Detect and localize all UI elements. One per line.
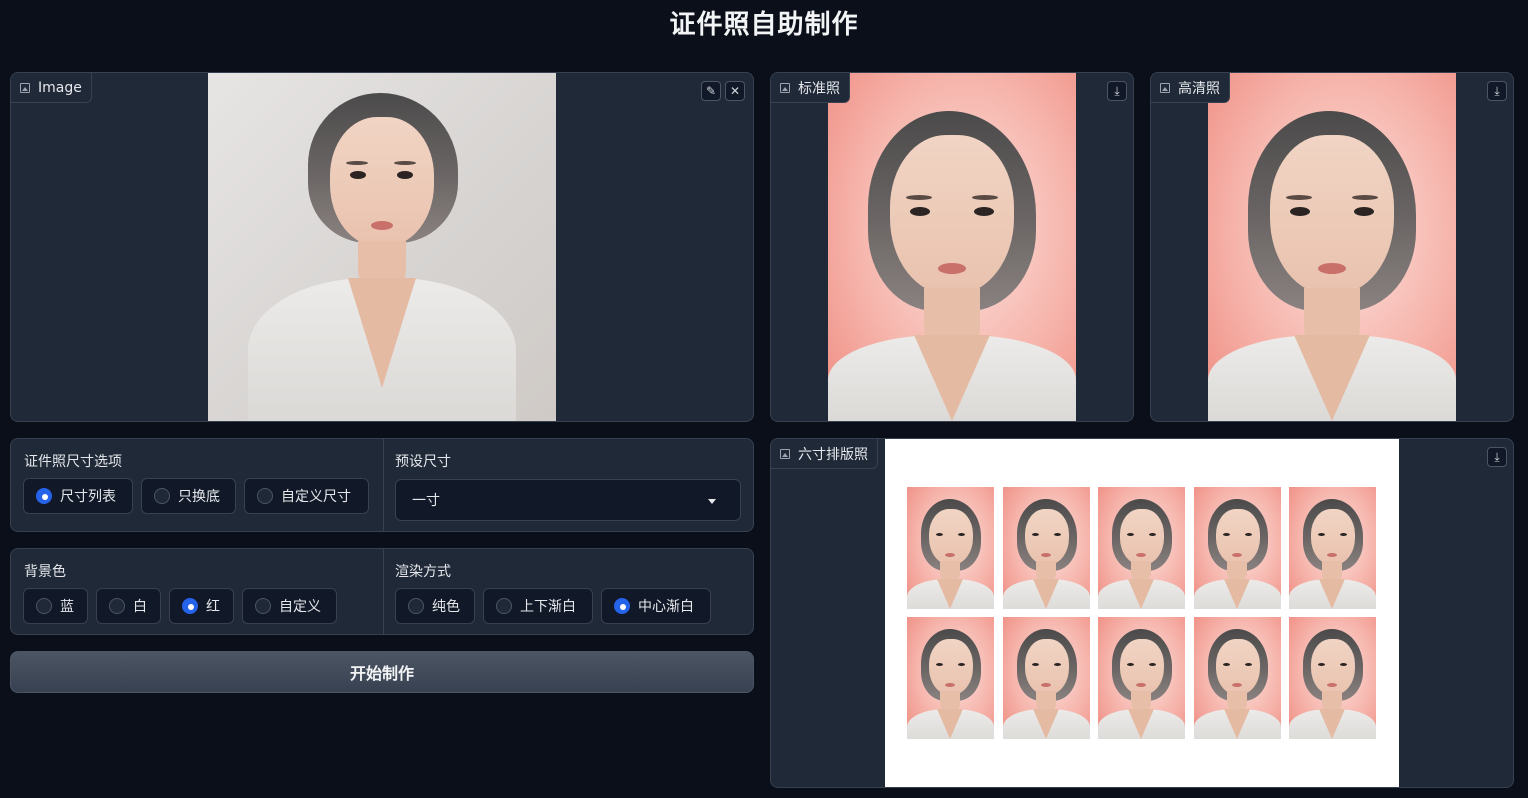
radio-dot xyxy=(257,488,273,504)
input-image-label-text: Image xyxy=(38,79,82,96)
render-mode-radio-label: 纯色 xyxy=(432,599,460,615)
image-icon xyxy=(20,82,30,93)
page-title: 证件照自助制作 xyxy=(669,10,859,40)
radio-dot xyxy=(36,598,52,614)
bg-color-radio-label: 红 xyxy=(206,599,220,615)
size-options-label: 证件照尺寸选项 xyxy=(24,454,122,470)
clear-button[interactable]: ✕ xyxy=(725,81,745,101)
preset-size-label: 预设尺寸 xyxy=(395,454,451,470)
radio-dot xyxy=(496,598,512,614)
bg-color-radio-1[interactable]: 白 xyxy=(96,588,161,624)
image-icon xyxy=(1160,82,1170,93)
download-layout-button[interactable]: ⤓ xyxy=(1487,447,1507,467)
layout-thumbnail xyxy=(1098,617,1185,739)
radio-dot xyxy=(182,598,198,614)
layout-thumbnail xyxy=(1002,487,1090,609)
render-mode-radio-2[interactable]: 中心渐白 xyxy=(601,588,711,624)
color-settings-group: 背景色 蓝 白 红 自定义 渲染方式 纯色 上下渐白 中心渐白 xyxy=(10,548,754,635)
layout-thumbnail xyxy=(1098,487,1185,609)
layout-thumbnail xyxy=(1193,487,1281,609)
size-option-radio-label: 尺寸列表 xyxy=(60,489,116,505)
radio-dot xyxy=(36,488,52,504)
preset-size-value: 一寸 xyxy=(412,493,440,509)
layout-thumbnail xyxy=(907,617,994,739)
render-mode-label: 渲染方式 xyxy=(395,564,451,580)
radio-dot xyxy=(614,598,630,614)
size-option-radio-label: 只换底 xyxy=(178,489,220,505)
edit-button[interactable]: ✎ xyxy=(701,81,721,101)
download-icon: ⤓ xyxy=(1494,449,1500,464)
download-icon: ⤓ xyxy=(1114,83,1120,98)
standard-photo-label-text: 标准照 xyxy=(798,80,840,97)
standard-photo-label: 标准照 xyxy=(771,73,850,103)
radio-dot xyxy=(408,598,424,614)
radio-dot xyxy=(154,488,170,504)
render-mode-radio-0[interactable]: 纯色 xyxy=(395,588,475,624)
input-image-label: Image xyxy=(11,73,92,103)
hd-photo xyxy=(1208,73,1456,421)
bg-color-radio-label: 白 xyxy=(133,599,147,615)
background-color-label: 背景色 xyxy=(24,564,66,580)
size-option-radio-1[interactable]: 只换底 xyxy=(141,478,236,514)
render-mode-radio-label: 中心渐白 xyxy=(638,599,694,615)
size-option-radio-0[interactable]: 尺寸列表 xyxy=(23,478,133,514)
download-icon: ⤓ xyxy=(1494,83,1500,98)
image-icon xyxy=(780,448,790,459)
layout-photo-label: 六寸排版照 xyxy=(771,439,878,469)
layout-photo-label-text: 六寸排版照 xyxy=(798,446,868,463)
uploaded-photo xyxy=(208,73,556,421)
layout-thumbnail xyxy=(1002,617,1090,739)
hd-photo-panel: 高清照 ⤓ xyxy=(1150,72,1514,422)
radio-dot xyxy=(255,598,271,614)
standard-photo-panel: 标准照 ⤓ xyxy=(770,72,1134,422)
size-option-radio-label: 自定义尺寸 xyxy=(281,489,351,505)
standard-photo xyxy=(828,73,1076,421)
size-option-radio-2[interactable]: 自定义尺寸 xyxy=(244,478,369,514)
hd-photo-label-text: 高清照 xyxy=(1178,80,1220,97)
preset-size-dropdown[interactable]: 一寸 xyxy=(395,479,741,521)
radio-dot xyxy=(109,598,125,614)
layout-thumbnail xyxy=(1193,617,1281,739)
bg-color-radio-label: 自定义 xyxy=(279,599,321,615)
layout-sheet xyxy=(885,439,1399,787)
layout-thumbnail xyxy=(907,487,994,609)
close-icon: ✕ xyxy=(729,84,741,98)
render-mode-radio-label: 上下渐白 xyxy=(520,599,576,615)
bg-color-radio-0[interactable]: 蓝 xyxy=(23,588,88,624)
bg-color-radio-label: 蓝 xyxy=(60,599,74,615)
bg-color-radio-2[interactable]: 红 xyxy=(169,588,234,624)
image-icon xyxy=(780,82,790,93)
chevron-down-icon xyxy=(708,499,716,504)
start-button[interactable]: 开始制作 xyxy=(10,651,754,693)
input-image-panel[interactable]: Image ✎ ✕ xyxy=(10,72,754,422)
layout-thumbnail xyxy=(1289,617,1376,739)
bg-color-radio-3[interactable]: 自定义 xyxy=(242,588,337,624)
layout-photo-panel: 六寸排版照 ⤓ xyxy=(770,438,1514,788)
download-hd-button[interactable]: ⤓ xyxy=(1487,81,1507,101)
render-mode-radio-1[interactable]: 上下渐白 xyxy=(483,588,593,624)
layout-thumbnail xyxy=(1289,487,1376,609)
hd-photo-label: 高清照 xyxy=(1151,73,1230,103)
download-standard-button[interactable]: ⤓ xyxy=(1107,81,1127,101)
size-settings-group: 证件照尺寸选项 尺寸列表 只换底 自定义尺寸 预设尺寸 一寸 xyxy=(10,438,754,532)
pencil-icon: ✎ xyxy=(705,84,717,98)
